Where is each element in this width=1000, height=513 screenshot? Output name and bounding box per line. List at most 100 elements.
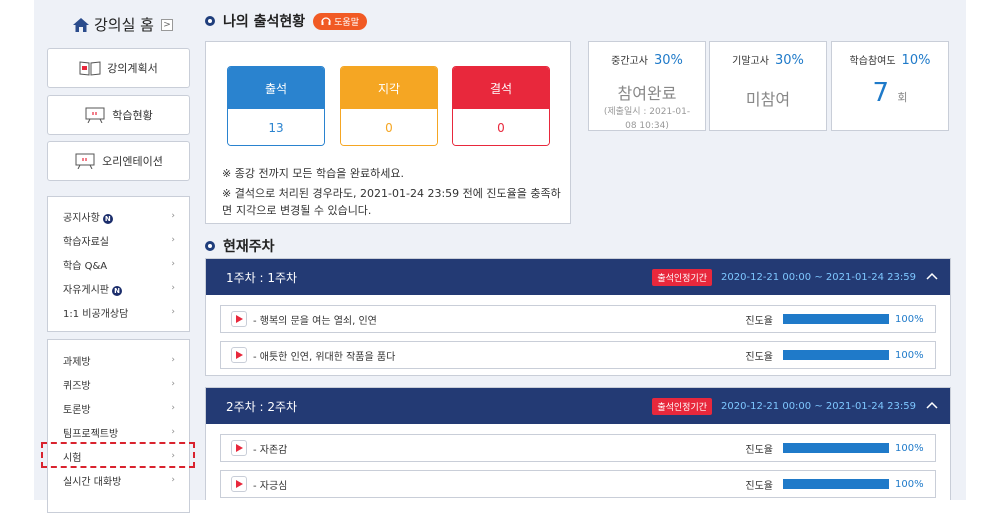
menu-item-label: 공지사항 bbox=[63, 212, 100, 224]
participation-weight: 10% bbox=[901, 53, 931, 68]
midterm-submit-time: 08 10:34) bbox=[625, 121, 669, 131]
attendance-period-range: 2020-12-21 00:00 ~ 2021-01-24 23:59 bbox=[721, 400, 916, 412]
midterm-label: 중간고사 bbox=[611, 56, 648, 67]
week-block: 2주차 : 2주차 출석인정기간 2020-12-21 00:00 ~ 2021… bbox=[205, 387, 951, 500]
current-week-section-title: 현재주차 bbox=[205, 236, 275, 256]
attendance-period-badge: 출석인정기간 bbox=[652, 268, 713, 286]
collapse-caret-icon[interactable] bbox=[926, 272, 938, 283]
menu-item-assignment[interactable]: 과제방 › bbox=[48, 348, 189, 372]
week-header[interactable]: 1주차 : 1주차 출석인정기간 2020-12-21 00:00 ~ 2021… bbox=[206, 259, 950, 295]
midterm-submit-time: (제출일시 : 2021-01- bbox=[603, 107, 691, 117]
chevron-right-icon: › bbox=[171, 211, 175, 221]
lesson-row[interactable]: - 자긍심 진도율 100% bbox=[220, 470, 936, 498]
chevron-right-icon: › bbox=[171, 475, 175, 485]
attendance-absent-card: 결석 0 bbox=[452, 66, 550, 146]
home-link[interactable]: 강의실 홈 > bbox=[73, 14, 173, 35]
collapse-caret-icon[interactable] bbox=[926, 401, 938, 412]
midterm-status: 참여완료 bbox=[617, 84, 677, 103]
home-icon bbox=[73, 17, 89, 32]
progress-bar bbox=[783, 479, 889, 489]
lesson-title: - 자긍심 bbox=[253, 480, 288, 492]
lesson-row[interactable]: - 자존감 진도율 100% bbox=[220, 434, 936, 462]
progress-label: 진도율 bbox=[745, 444, 773, 456]
section-bullet-icon bbox=[205, 16, 215, 26]
progress-label: 진도율 bbox=[745, 480, 773, 492]
menu-item-label: 실시간 대화방 bbox=[63, 476, 122, 488]
progress-value: 100% bbox=[895, 442, 924, 454]
attendance-late-card: 지각 0 bbox=[340, 66, 438, 146]
help-button[interactable]: 도움말 bbox=[313, 12, 367, 30]
lesson-row[interactable]: - 애틋한 인연, 위대한 작품을 품다 진도율 100% bbox=[220, 341, 936, 369]
chevron-right-icon: › bbox=[171, 379, 175, 389]
week-title: 1주차 : 1주차 bbox=[226, 270, 298, 285]
sidebar-toggle-button[interactable]: > bbox=[160, 18, 173, 31]
menu-item-quiz[interactable]: 퀴즈방 › bbox=[48, 372, 189, 396]
late-count: 0 bbox=[341, 109, 437, 145]
menu-item-discussion[interactable]: 토론방 › bbox=[48, 396, 189, 420]
final-exam-card[interactable]: 기말고사 30% 미참여 bbox=[709, 41, 827, 131]
week-block: 1주차 : 1주차 출석인정기간 2020-12-21 00:00 ~ 2021… bbox=[205, 258, 951, 376]
lesson-title: - 행복의 문을 여는 열쇠, 인연 bbox=[253, 315, 377, 327]
new-badge: N bbox=[102, 213, 113, 224]
chevron-right-icon: › bbox=[171, 307, 175, 317]
attendance-note: ※ 종강 전까지 모든 학습을 완료하세요. bbox=[222, 167, 404, 180]
progress-value: 100% bbox=[895, 478, 924, 490]
late-label: 지각 bbox=[341, 67, 437, 109]
absent-label: 결석 bbox=[453, 67, 549, 109]
chevron-right-icon: › bbox=[171, 259, 175, 269]
menu-item-notice[interactable]: 공지사항 N › bbox=[48, 204, 189, 228]
learning-status-label: 학습현황 bbox=[112, 109, 153, 122]
syllabus-label: 강의계획서 bbox=[107, 62, 158, 75]
exam-highlight-box bbox=[41, 442, 195, 468]
progress-label: 진도율 bbox=[745, 351, 773, 363]
lesson-title: - 애틋한 인연, 위대한 작품을 품다 bbox=[253, 351, 396, 363]
menu-item-team-project[interactable]: 팀프로젝트방 › bbox=[48, 420, 189, 444]
menu-item-resources[interactable]: 학습자료실 › bbox=[48, 228, 189, 252]
activity-menu: 과제방 › 퀴즈방 › 토론방 › 팀프로젝트방 › 시험 › 실시간 대화방 … bbox=[47, 339, 190, 513]
board-menu: 공지사항 N › 학습자료실 › 학습 Q&A › 자유게시판 N › 1:1 비공… bbox=[47, 196, 190, 332]
participation-card: 학습참여도 10% 7 회 bbox=[831, 41, 949, 131]
present-label: 출석 bbox=[228, 67, 324, 109]
chevron-right-icon: › bbox=[171, 427, 175, 437]
lesson-row[interactable]: - 행복의 문을 여는 열쇠, 인연 진도율 100% bbox=[220, 305, 936, 333]
attendance-note: 지각으로 변경될 수 있습니다. bbox=[236, 204, 372, 217]
progress-bar bbox=[783, 443, 889, 453]
play-icon[interactable] bbox=[231, 311, 247, 327]
syllabus-button[interactable]: 강의계획서 bbox=[47, 48, 190, 88]
menu-item-label: 학습자료실 bbox=[63, 236, 109, 248]
midterm-weight: 30% bbox=[653, 53, 683, 68]
chevron-right-icon: › bbox=[171, 355, 175, 365]
menu-item-label: 과제방 bbox=[63, 356, 91, 368]
play-icon[interactable] bbox=[231, 440, 247, 456]
orientation-button[interactable]: 오리엔테이션 bbox=[47, 141, 190, 181]
final-label: 기말고사 bbox=[732, 56, 769, 67]
menu-item-qna[interactable]: 학습 Q&A › bbox=[48, 252, 189, 276]
menu-item-label: 퀴즈방 bbox=[63, 380, 91, 392]
menu-item-label: 1:1 비공개상담 bbox=[63, 308, 129, 320]
menu-item-label: 토론방 bbox=[63, 404, 91, 416]
progress-bar bbox=[783, 350, 889, 360]
menu-item-live-chat[interactable]: 실시간 대화방 › bbox=[48, 468, 189, 492]
chevron-right-icon: › bbox=[171, 403, 175, 413]
final-weight: 30% bbox=[774, 53, 804, 68]
menu-item-free-board[interactable]: 자유게시판 N › bbox=[48, 276, 189, 300]
participation-count: 7 bbox=[872, 78, 890, 108]
progress-label: 진도율 bbox=[745, 315, 773, 327]
orientation-label: 오리엔테이션 bbox=[102, 155, 163, 168]
midterm-card[interactable]: 중간고사 30% 참여완료 (제출일시 : 2021-01- 08 10:34) bbox=[588, 41, 706, 131]
attendance-period-range: 2020-12-21 00:00 ~ 2021-01-24 23:59 bbox=[721, 271, 916, 283]
week-header[interactable]: 2주차 : 2주차 출석인정기간 2020-12-21 00:00 ~ 2021… bbox=[206, 388, 950, 424]
menu-item-private-counsel[interactable]: 1:1 비공개상담 › bbox=[48, 300, 189, 324]
play-icon[interactable] bbox=[231, 347, 247, 363]
attendance-section-title: 나의 출석현황 도움말 bbox=[205, 11, 367, 31]
progress-value: 100% bbox=[895, 313, 924, 325]
week-title: 2주차 : 2주차 bbox=[226, 399, 298, 414]
chevron-right-icon: › bbox=[171, 235, 175, 245]
learning-status-button[interactable]: 학습현황 bbox=[47, 95, 190, 135]
headset-icon bbox=[321, 17, 331, 25]
home-label: 강의실 홈 bbox=[94, 16, 154, 34]
final-status: 미참여 bbox=[745, 90, 791, 109]
new-badge: N bbox=[112, 285, 122, 296]
menu-item-label: 학습 Q&A bbox=[63, 260, 108, 272]
play-icon[interactable] bbox=[231, 476, 247, 492]
